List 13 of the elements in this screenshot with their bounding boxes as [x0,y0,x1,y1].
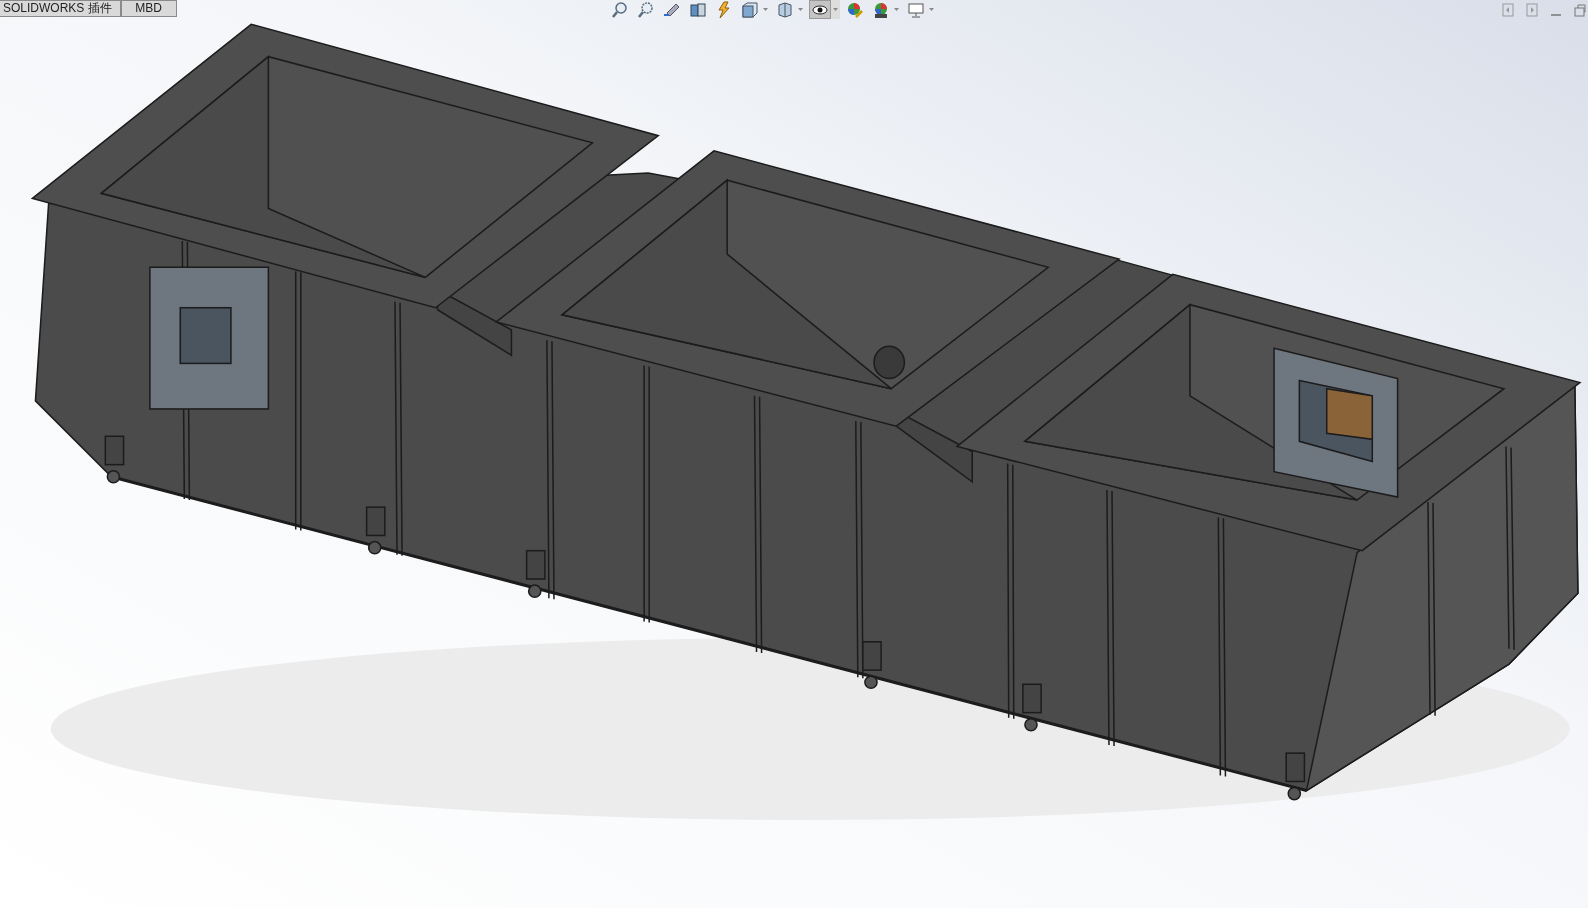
shaded-cube-icon [775,0,794,19]
panel-expand-icon[interactable] [1526,3,1538,17]
toolbar-button[interactable] [808,0,831,19]
tab[interactable]: MBD [120,0,177,17]
monitor-icon [906,0,925,19]
magnifier-icon [610,0,629,19]
magnifier-icon [636,0,655,19]
restore-icon[interactable] [1574,3,1586,17]
tab[interactable]: SOLIDWORKS 插件 [0,0,121,17]
panel-collapse-icon[interactable] [1502,3,1514,17]
section-cube-icon [688,0,707,19]
color-ball-icon [845,0,864,19]
cube-icon [740,0,759,19]
